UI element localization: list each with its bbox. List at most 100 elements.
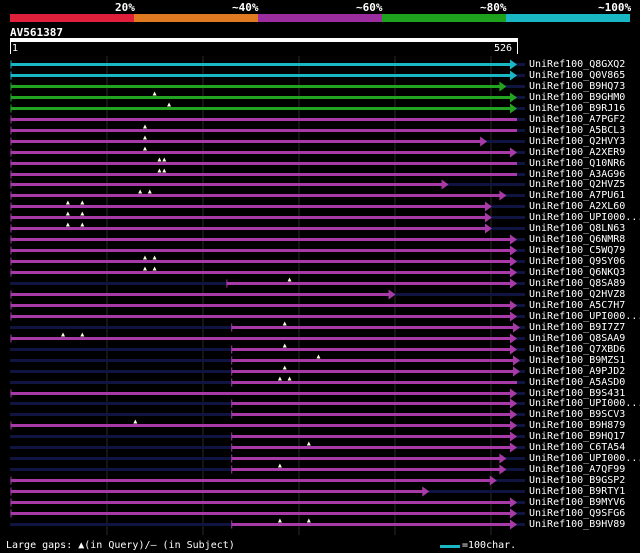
hit-name[interactable]: UniRef100_B9I7Z7 [529,322,625,333]
hit-name[interactable]: UniRef100_A5BCL3 [529,125,625,136]
hit-name[interactable]: UniRef100_B9H879 [529,420,625,431]
hit-end-arrow [510,398,517,409]
hit-name[interactable]: UniRef100_B9GHM0 [529,92,625,103]
hit-end-arrow [510,278,517,289]
scale-label-5: ~100% [598,1,632,14]
hit-end-arrow [510,442,517,453]
hit-name[interactable]: UniRef100_A9PJD2 [529,366,625,377]
query-gap-marker [157,168,162,173]
hit-end-arrow [510,409,517,420]
hit-name[interactable]: UniRef100_B9HQ73 [529,81,625,92]
query-gap-marker [147,189,152,194]
hit-end-arrow [499,453,507,464]
query-gap-marker [277,376,282,381]
hit-name[interactable]: UniRef100_Q8GXQ2 [529,59,625,70]
hit-name[interactable]: UniRef100_Q6NKQ3 [529,267,625,278]
query-gap-marker [152,266,157,271]
hit-name[interactable]: UniRef100_Q10NR6 [529,158,625,169]
query-gap-marker [277,518,282,523]
hit-end-arrow [510,344,517,355]
hit-end-arrow [510,300,517,311]
query-gap-marker [282,343,287,348]
hit-end-arrow [510,147,517,158]
hit-name[interactable]: UniRef100_C6TA54 [529,442,625,453]
hit-name[interactable]: UniRef100_UPI000... [529,398,640,409]
hit-end-arrow [480,136,488,147]
query-gap-marker [167,102,172,107]
hit-name[interactable]: UniRef100_Q8SAA9 [529,333,625,344]
hit-name[interactable]: UniRef100_Q0V865 [529,70,625,81]
legend-gaps: Large gaps: ▲(in Query)/— (in Subject) [6,540,235,551]
hit-end-arrow [499,464,507,475]
hit-name[interactable]: UniRef100_UPI000... [529,212,640,223]
query-gap-marker [142,255,147,260]
hit-name[interactable]: UniRef100_B9RTY1 [529,486,625,497]
hit-end-arrow [513,322,520,333]
scale-label-3: ~60% [356,1,383,14]
hit-name[interactable]: UniRef100_A7PU61 [529,190,625,201]
hit-name[interactable]: UniRef100_Q8SA89 [529,278,625,289]
hit-name[interactable]: UniRef100_A5C7H7 [529,300,625,311]
query-gap-marker [142,124,147,129]
hit-end-arrow [422,486,430,497]
legend-scale-swatch [440,545,460,548]
hit-end-arrow [510,59,517,70]
hit-name[interactable]: UniRef100_B9RJ16 [529,103,625,114]
scale-label-1: 20% [115,1,135,14]
query-gap-marker [61,332,66,337]
hit-name[interactable]: UniRef100_A2XL60 [529,201,625,212]
hit-end-arrow [510,497,517,508]
hit-end-arrow [510,519,517,530]
hit-name[interactable]: UniRef100_Q2HVZ5 [529,179,625,190]
query-gap-marker [152,255,157,260]
hit-end-arrow [510,256,517,267]
hit-name[interactable]: UniRef100_Q9SY06 [529,256,625,267]
hit-end-arrow [510,245,517,256]
hit-name[interactable]: UniRef100_Q2HVY3 [529,136,625,147]
query-gap-marker [282,321,287,326]
query-gap-marker [80,222,85,227]
query-gap-marker [162,157,167,162]
hit-name[interactable]: UniRef100_B9HQ17 [529,431,625,442]
hit-name[interactable]: UniRef100_UPI000... [529,311,640,322]
hit-name[interactable]: UniRef100_B9HV89 [529,519,625,530]
legend-scale-label: =100char. [462,540,517,551]
query-gap-marker [152,91,157,96]
hit-end-arrow [510,70,517,81]
query-gap-marker [287,376,292,381]
hit-name[interactable]: UniRef100_Q6NMR8 [529,234,625,245]
hit-name[interactable]: UniRef100_C5WQ79 [529,245,625,256]
hit-end-arrow [510,508,517,519]
query-gap-marker [142,135,147,140]
hit-name[interactable]: UniRef100_A7QF99 [529,464,625,475]
query-gap-marker [133,419,138,424]
hit-name[interactable]: UniRef100_B9GSP2 [529,475,625,486]
query-gap-marker [80,332,85,337]
query-gap-marker [65,211,70,216]
hit-name[interactable]: UniRef100_B9MYV6 [529,497,625,508]
hit-name[interactable]: UniRef100_A2XER9 [529,147,625,158]
hit-end-arrow [513,355,520,366]
hit-end-arrow [510,267,517,278]
query-gap-marker [138,189,143,194]
query-gap-marker [277,463,282,468]
query-gap-marker [162,168,167,173]
hit-name[interactable]: UniRef100_B9SCV3 [529,409,625,420]
hit-end-arrow [510,420,517,431]
hit-end-arrow [510,103,517,114]
hit-name[interactable]: UniRef100_Q7XBD6 [529,344,625,355]
hit-end-arrow [510,311,517,322]
query-gap-marker [306,518,311,523]
hit-end-arrow [499,190,507,201]
hit-name[interactable]: UniRef100_Q8LN63 [529,223,625,234]
hit-name[interactable]: UniRef100_UPI000... [529,453,640,464]
hit-end-arrow [510,333,517,344]
query-gap-marker [157,157,162,162]
hit-name[interactable]: UniRef100_Q9SFG6 [529,508,625,519]
hit-name[interactable]: UniRef100_B9MZS1 [529,355,625,366]
hit-name[interactable]: UniRef100_A7PGF2 [529,114,625,125]
hit-name[interactable]: UniRef100_Q2HVZ8 [529,289,625,300]
hit-name[interactable]: UniRef100_A5ASD0 [529,377,625,388]
hit-end-arrow [510,431,517,442]
hit-end-arrow [499,81,507,92]
